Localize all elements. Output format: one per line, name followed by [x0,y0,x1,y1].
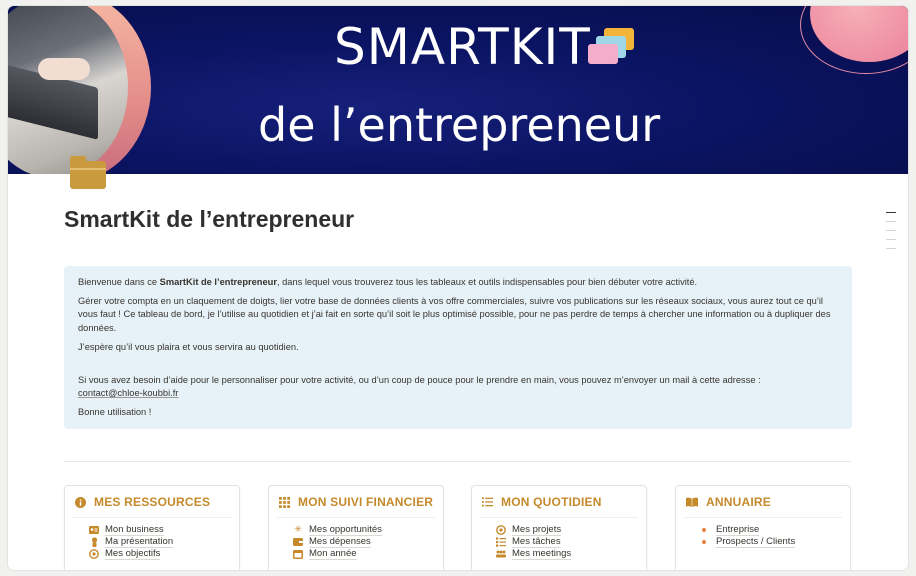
card-title[interactable]: MON QUOTIDIEN [501,495,602,509]
grid-icon [279,496,290,508]
card-title[interactable]: MES RESSOURCES [94,495,210,509]
list-item[interactable]: Ma présentation [89,536,174,548]
folders-icon [586,26,646,66]
target-icon [496,525,506,535]
notion-page: SMARTKIT de l’entrepreneur SmartKit de l… [8,6,908,570]
banner-title-line1: SMARTKIT [334,18,591,76]
page-title[interactable]: SmartKit de l’entrepreneur [64,206,354,233]
calendar-icon [293,549,303,559]
callout-paragraph-3: J’espère qu’il vous plaira et vous servi… [78,341,299,352]
list-item[interactable]: Mes tâches [496,536,571,548]
table-of-contents-minimap[interactable] [886,212,896,257]
info-icon [75,496,86,508]
welcome-callout[interactable]: Bienvenue dans ce SmartKit de l’entrepre… [64,266,852,429]
divider [64,461,851,462]
toc-line[interactable] [886,239,896,240]
list-item[interactable]: Mon année [293,548,382,560]
pink-arc-decoration [800,6,908,74]
book-icon [686,497,698,507]
card-mes-ressources: MES RESSOURCES Mon business Ma présentat… [64,485,240,570]
callout-paragraph-1: Bienvenue dans ce SmartKit de l’entrepre… [78,277,698,287]
id-card-icon [89,525,99,535]
list-item[interactable]: Mes dépenses [293,536,382,548]
person-icon [89,537,99,547]
hand-image [38,58,90,80]
card-mon-suivi-financier: MON SUIVI FINANCIER ✳ Mes opportunités Me… [268,485,444,570]
card-annuaire: ANNUAIRE Entreprise Prospects / Clients [675,485,851,570]
list-item[interactable]: Mes meetings [496,548,572,560]
sparkle-icon: ✳ [294,524,302,535]
card-mon-quotidien: MON QUOTIDIEN Mes projets Mes tâches Mes… [471,485,647,570]
toc-line[interactable] [886,221,896,222]
list-item[interactable]: ✳ Mes opportunités [293,524,382,536]
people-icon [496,549,506,559]
cover-banner[interactable]: SMARTKIT de l’entrepreneur [8,6,908,174]
list-item[interactable]: Mes projets [496,524,571,536]
wallet-icon [293,537,303,547]
toc-line[interactable] [886,248,896,249]
list-item[interactable]: Mes objectifs [89,548,173,560]
card-title[interactable]: MON SUIVI FINANCIER [298,495,433,509]
list-item[interactable]: Prospects / Clients [696,536,796,548]
banner-title-line2: de l’entrepreneur [258,98,661,152]
email-link[interactable]: contact@chloe-koubbi.fr [78,388,178,398]
folder-icon[interactable] [70,156,106,190]
callout-paragraph-4: Si vous avez besoin d’aide pour le perso… [78,375,761,399]
callout-paragraph-2: Gérer votre compta en un claquement de d… [78,296,831,333]
toc-line[interactable] [886,212,896,213]
callout-paragraph-5: Bonne utilisation ! [78,407,152,418]
card-title[interactable]: ANNUAIRE [706,495,771,509]
list-icon [482,497,493,507]
bullet-icon [702,540,706,544]
list-item[interactable]: Mon business [89,524,173,536]
checklist-icon [496,537,506,547]
list-item[interactable]: Entreprise [696,524,795,536]
target-icon [89,549,99,559]
toc-line[interactable] [886,230,896,231]
bullet-icon [702,528,706,532]
